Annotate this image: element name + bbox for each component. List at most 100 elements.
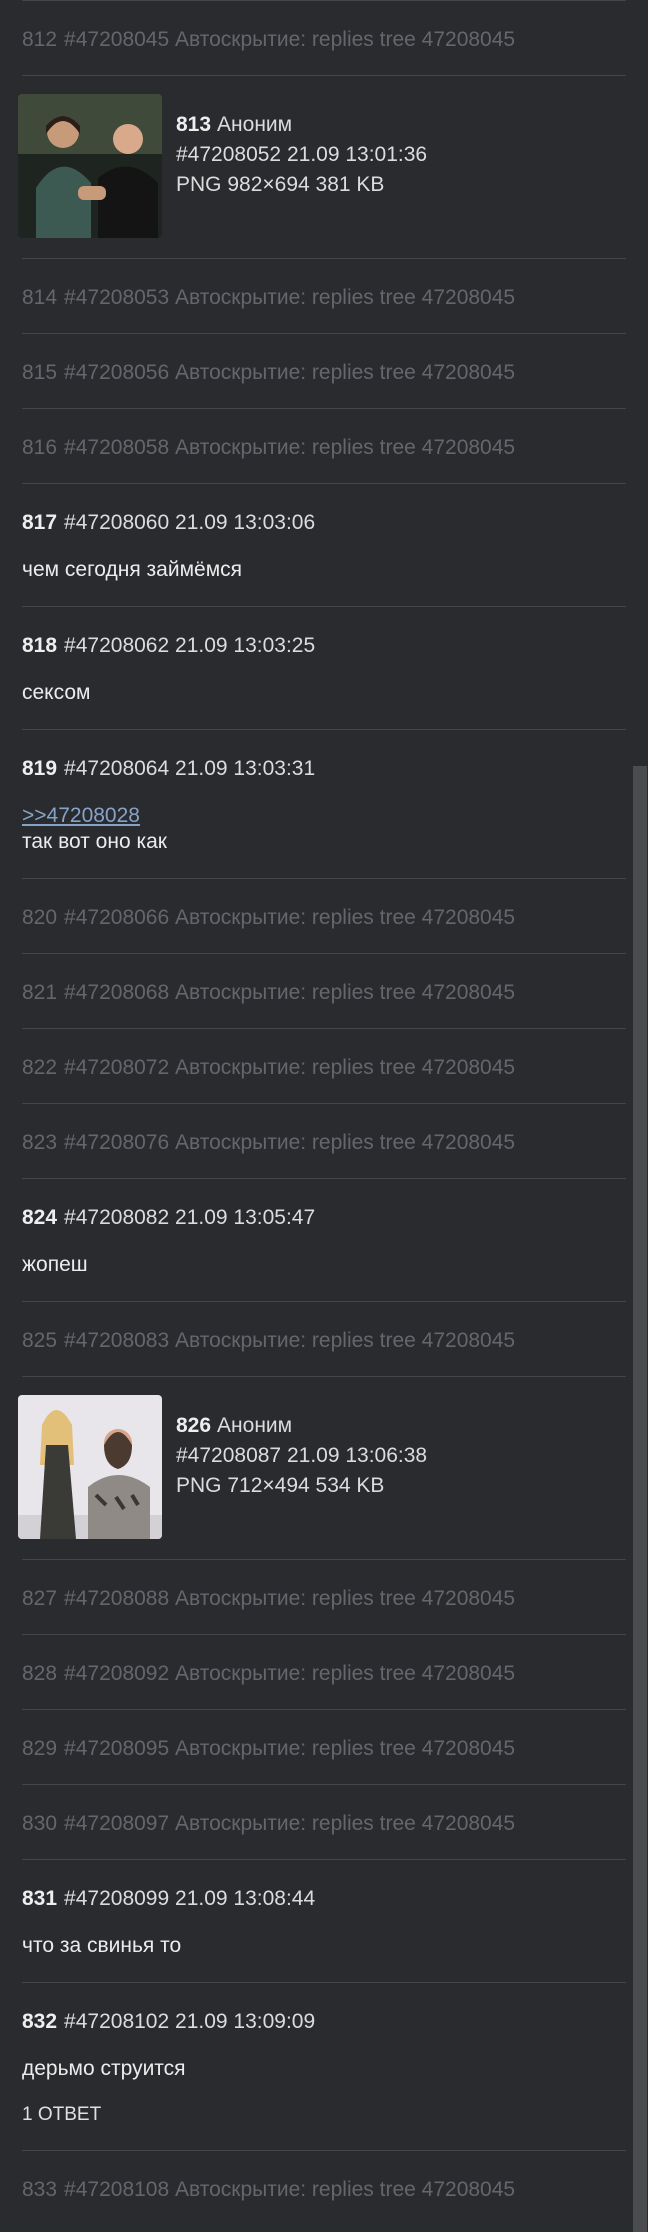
post-number[interactable]: 825 [22, 1329, 57, 1352]
post-number[interactable]: 813 [176, 113, 211, 136]
post-id[interactable]: #47208088 [64, 1587, 169, 1610]
post-id[interactable]: #47208072 [64, 1056, 169, 1079]
post-id[interactable]: #47208052 [176, 143, 281, 166]
post-id[interactable]: #47208097 [64, 1812, 169, 1835]
hidden-post-row[interactable]: 814 #47208053 Автоскрытие: replies tree 4… [22, 258, 626, 333]
file-info: PNG 712×494 534 KB [176, 1474, 385, 1497]
file-info: PNG 982×694 381 KB [176, 173, 385, 196]
post-id[interactable]: #47208076 [64, 1131, 169, 1154]
post-id[interactable]: #47208053 [64, 286, 169, 309]
post-id-date: #47208087 21.09 13:06:38 [176, 1441, 427, 1471]
post-id[interactable]: #47208087 [176, 1444, 281, 1467]
post-id[interactable]: #47208066 [64, 906, 169, 929]
post-date: 21.09 13:03:31 [175, 757, 316, 780]
post-number[interactable]: 831 [22, 1887, 57, 1910]
post-number[interactable]: 817 [22, 511, 57, 534]
post-body: так вот оно как [22, 830, 167, 853]
hidden-post-row[interactable]: 830 #47208097 Автоскрытие: replies tree 4… [22, 1784, 626, 1859]
post-number[interactable]: 818 [22, 634, 57, 657]
post-number[interactable]: 821 [22, 981, 57, 1004]
post-number[interactable]: 812 [22, 28, 57, 51]
thumbnail-men-icon[interactable] [18, 94, 162, 238]
autohide-note: Автоскрытие: replies tree 47208045 [175, 1812, 516, 1835]
post-number[interactable]: 828 [22, 1662, 57, 1685]
post-header: 831 #47208099 21.09 13:08:44 [22, 1886, 626, 1912]
post-number[interactable]: 824 [22, 1206, 57, 1229]
post-id[interactable]: #47208095 [64, 1737, 169, 1760]
post: 824 #47208082 21.09 13:05:47 жопеш [22, 1178, 626, 1301]
post-date: 21.09 13:03:06 [175, 511, 316, 534]
post-body: сексом [22, 681, 91, 704]
post-number[interactable]: 816 [22, 436, 57, 459]
post-number[interactable]: 826 [176, 1414, 211, 1437]
hidden-post-row[interactable]: 829 #47208095 Автоскрытие: replies tree 4… [22, 1709, 626, 1784]
image-meta: 813 Аноним #47208052 21.09 13:01:36 PNG 982… [176, 110, 427, 200]
image-post: 813 Аноним #47208052 21.09 13:01:36 PNG 982… [18, 75, 626, 258]
post-number[interactable]: 827 [22, 1587, 57, 1610]
post-header: 832 #47208102 21.09 13:09:09 [22, 2009, 626, 2035]
scrollbar-thumb[interactable] [633, 766, 647, 2232]
post-id[interactable]: #47208082 [64, 1206, 169, 1229]
post-date: 21.09 13:09:09 [175, 2010, 316, 2033]
hidden-post-row[interactable]: 812 #47208045 Автоскрытие: replies tree 4… [22, 0, 626, 75]
post-date: 21.09 13:06:38 [286, 1444, 428, 1467]
post-id[interactable]: #47208062 [64, 634, 169, 657]
hidden-post-row[interactable]: 816 #47208058 Автоскрытие: replies tree 4… [22, 408, 626, 483]
autohide-note: Автоскрытие: replies tree 47208045 [175, 28, 516, 51]
reply-link[interactable]: >>47208028 [22, 803, 626, 829]
post-header: 824 #47208082 21.09 13:05:47 [22, 1205, 626, 1231]
post-header: 818 #47208062 21.09 13:03:25 [22, 633, 626, 659]
post-id[interactable]: #47208108 [64, 2178, 169, 2201]
post: 832 #47208102 21.09 13:09:09 дерьмо струит… [22, 1982, 626, 2150]
post-number[interactable]: 832 [22, 2010, 57, 2033]
poster-name: Аноним [217, 1414, 293, 1437]
post-date: 21.09 13:05:47 [175, 1206, 316, 1229]
hidden-post-row[interactable]: 825 #47208083 Автоскрытие: replies tree 4… [22, 1301, 626, 1376]
thread-post-list: 812 #47208045 Автоскрытие: replies tree 4… [0, 0, 648, 2225]
hidden-post-row[interactable]: 821 #47208068 Автоскрытие: replies tree 4… [22, 953, 626, 1028]
autohide-note: Автоскрытие: replies tree 47208045 [175, 2178, 516, 2201]
post-number[interactable]: 815 [22, 361, 57, 384]
post-id[interactable]: #47208064 [64, 757, 169, 780]
post-id[interactable]: #47208058 [64, 436, 169, 459]
post-header: 817 #47208060 21.09 13:03:06 [22, 510, 626, 536]
post-number[interactable]: 833 [22, 2178, 57, 2201]
post-id[interactable]: #47208092 [64, 1662, 169, 1685]
post-number[interactable]: 830 [22, 1812, 57, 1835]
post-id[interactable]: #47208045 [64, 28, 169, 51]
post-number[interactable]: 819 [22, 757, 57, 780]
post-id[interactable]: #47208102 [64, 2010, 169, 2033]
post-id-date: #47208052 21.09 13:01:36 [176, 140, 427, 170]
hidden-post-row[interactable]: 827 #47208088 Автоскрытие: replies tree 4… [22, 1559, 626, 1634]
hidden-post-row[interactable]: 833 #47208108 Автоскрытие: replies tree 4… [22, 2150, 626, 2225]
autohide-note: Автоскрытие: replies tree 47208045 [175, 906, 516, 929]
post-number[interactable]: 829 [22, 1737, 57, 1760]
post: 818 #47208062 21.09 13:03:25 сексом [22, 606, 626, 729]
post-number[interactable]: 814 [22, 286, 57, 309]
post-number[interactable]: 823 [22, 1131, 57, 1154]
hidden-post-row[interactable]: 828 #47208092 Автоскрытие: replies tree 4… [22, 1634, 626, 1709]
post: 819 #47208064 21.09 13:03:31 >>47208028 так… [22, 729, 626, 878]
autohide-note: Автоскрытие: replies tree 47208045 [175, 436, 516, 459]
answers-button[interactable]: 1 ОТВЕТ [22, 2102, 626, 2128]
autohide-note: Автоскрытие: replies tree 47208045 [175, 1587, 516, 1610]
post: 831 #47208099 21.09 13:08:44 что за свинья… [22, 1859, 626, 1982]
post-id[interactable]: #47208068 [64, 981, 169, 1004]
hidden-post-row[interactable]: 820 #47208066 Автоскрытие: replies tree 4… [22, 878, 626, 953]
post-number[interactable]: 822 [22, 1056, 57, 1079]
image-post: 826 Аноним #47208087 21.09 13:06:38 PNG 712… [18, 1376, 626, 1559]
hidden-post-row[interactable]: 815 #47208056 Автоскрытие: replies tree 4… [22, 333, 626, 408]
hidden-post-row[interactable]: 823 #47208076 Автоскрытие: replies tree 4… [22, 1103, 626, 1178]
thumbnail-people-icon[interactable] [18, 1395, 162, 1539]
post-id[interactable]: #47208099 [64, 1887, 169, 1910]
poster-name: Аноним [217, 113, 293, 136]
post-id[interactable]: #47208083 [64, 1329, 169, 1352]
post-body: дерьмо струится [22, 2057, 186, 2080]
post-id[interactable]: #47208060 [64, 511, 169, 534]
post: 817 #47208060 21.09 13:03:06 чем сегодня з… [22, 483, 626, 606]
post-id[interactable]: #47208056 [64, 361, 169, 384]
post-date: 21.09 13:01:36 [286, 143, 428, 166]
autohide-note: Автоскрытие: replies tree 47208045 [175, 1662, 516, 1685]
hidden-post-row[interactable]: 822 #47208072 Автоскрытие: replies tree 4… [22, 1028, 626, 1103]
post-number[interactable]: 820 [22, 906, 57, 929]
